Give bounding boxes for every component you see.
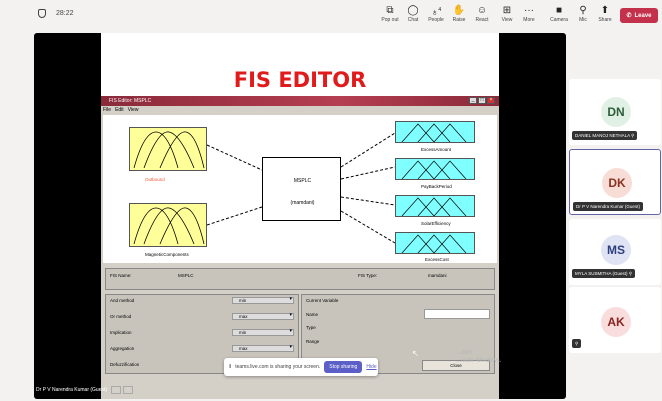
zoom-in-icon[interactable]: + (123, 386, 134, 394)
implication-select[interactable]: min (232, 329, 294, 336)
sharing-status-icon: ⦀ (229, 364, 232, 370)
fis-type-value: mamdani (428, 273, 447, 278)
hide-link[interactable]: Hide (366, 364, 376, 370)
avatar: AK (601, 307, 631, 337)
fis-type-label: FIS Type: (358, 273, 378, 278)
mouse-cursor-icon: ↖ (412, 349, 419, 358)
defuzzification-label: Defuzzification (110, 362, 140, 367)
current-variable-heading: Current Variable (306, 298, 339, 303)
mic-off-icon: ⚲ (631, 133, 635, 138)
sharing-text: teams.live.com is sharing your screen. (235, 364, 321, 370)
system-name: MSPLC (293, 178, 312, 184)
people-icon: ♁4 (430, 7, 442, 19)
fis-name-value: MSPLC (178, 273, 194, 278)
cv-range-label: Range (306, 339, 320, 344)
aggregation-select[interactable]: max (232, 345, 294, 352)
menu-view[interactable]: View (128, 107, 139, 113)
membership-function-icon (401, 160, 467, 180)
input-label: MagneticComponents (145, 252, 189, 257)
fis-system-block[interactable]: MSPLC (mamdani) (262, 157, 341, 221)
close-icon[interactable]: × (487, 97, 495, 104)
participant-tile[interactable]: DK Dr P V Narendra Kumar (Guest) (569, 149, 661, 215)
membership-function-icon (401, 123, 467, 143)
output-label: SolarEfficiency (421, 221, 451, 226)
output-paybackperiod[interactable] (395, 158, 475, 180)
avatar: DN (601, 97, 631, 127)
leave-button[interactable]: ✆ Leave (620, 8, 658, 23)
react-button[interactable]: ☺ React (469, 4, 495, 23)
mic-off-icon: ⚲ (575, 341, 579, 346)
menu-file[interactable]: File (103, 107, 111, 113)
mic-off-icon: ⚲ (579, 5, 587, 16)
and-method-select[interactable]: min (232, 297, 294, 304)
sharing-notification-bar: ⦀ teams.live.com is sharing your screen.… (224, 358, 378, 376)
react-icon: ☺ (476, 5, 488, 16)
participant-mic-badge: ⚲ (572, 339, 582, 348)
participant-tile[interactable]: DN DANIEL MANOJ NETHALA ⚲ (569, 79, 661, 145)
raise-hand-icon: ✋ (452, 5, 466, 16)
participant-name: Dr P V Narendra Kumar (Guest) (573, 202, 643, 211)
participant-tile[interactable]: MS MYLA SUSMITHA (Guest) ⚲ (569, 219, 661, 285)
participant-name: DANIEL MANOJ NETHALA ⚲ (572, 131, 638, 140)
or-method-label: Or method (110, 314, 132, 319)
output-label: ExcessCost (425, 257, 449, 262)
membership-function-icon (133, 131, 205, 169)
and-method-label: And method (110, 298, 135, 303)
slide-title: FIS EDITOR (233, 68, 367, 92)
avatar: MS (601, 235, 631, 265)
meeting-timer: 28:22 (38, 9, 74, 18)
participant-name: MYLA SUSMITHA (Guest) ⚲ (572, 269, 636, 278)
fis-editor-window: FIS Editor: MSPLC _ □ × File Edit View O… (101, 96, 499, 399)
implication-label: Implication (110, 330, 132, 335)
camera-button[interactable]: ■ Camera (546, 4, 572, 23)
input-label: Outbound (145, 177, 165, 182)
activate-windows-watermark: ...ows ...ivate Windows. (456, 350, 502, 364)
membership-function-icon (401, 234, 467, 254)
cv-name-label: Name (306, 312, 319, 317)
maximize-icon[interactable]: □ (478, 97, 486, 104)
window-titlebar: FIS Editor: MSPLC _ □ × (101, 96, 499, 106)
more-icon: ··· (524, 5, 534, 16)
phone-icon: ✆ (626, 13, 632, 19)
presentation-slide: FIS EDITOR FIS Editor: MSPLC _ □ × File … (101, 33, 499, 399)
fis-name-label: FIS Name: (110, 273, 132, 278)
chat-icon: ◯ (407, 5, 419, 16)
membership-function-icon (401, 197, 467, 217)
window-menu: File Edit View (103, 107, 138, 113)
mic-off-icon: ⚲ (628, 271, 633, 276)
input-outbound[interactable] (129, 127, 207, 171)
camera-icon: ■ (555, 5, 563, 16)
output-excesscost[interactable] (395, 232, 475, 254)
presenter-label: Dr P V Narendra Kumar (Guest) − + (36, 386, 134, 394)
fis-info-bar: FIS Name: MSPLC FIS Type: mamdani (105, 268, 495, 290)
meeting-toolbar: 28:22 ⧉ Pop out ◯ Chat ♁4 People ✋ Raise… (0, 0, 662, 32)
zoom-out-icon[interactable]: − (111, 386, 122, 394)
more-button[interactable]: ··· More (516, 4, 542, 23)
participant-tile[interactable]: AK ⚲ (569, 287, 661, 353)
view-icon: ⊞ (502, 5, 512, 16)
membership-function-icon (133, 207, 205, 245)
presenter-name: Dr P V Narendra Kumar (Guest) (36, 387, 108, 393)
share-button[interactable]: ⬆ Share (592, 4, 618, 23)
stop-sharing-button[interactable]: Stop sharing (324, 361, 363, 373)
cv-type-label: Type (306, 325, 316, 330)
system-type: (mamdani) (290, 200, 315, 206)
input-magneticcomponents[interactable] (129, 203, 207, 247)
timer-text: 28:22 (56, 10, 74, 17)
minimize-icon[interactable]: _ (469, 97, 477, 104)
shield-icon (38, 9, 46, 18)
output-excessamount[interactable] (395, 121, 475, 143)
aggregation-label: Aggregation (110, 346, 135, 351)
output-solarefficiency[interactable] (395, 195, 475, 217)
avatar: DK (602, 168, 632, 198)
menu-edit[interactable]: Edit (115, 107, 124, 113)
cv-name-field[interactable] (424, 309, 490, 319)
pop-out-icon: ⧉ (386, 5, 394, 16)
fis-diagram: Outbound MagneticComponents MSPLC (mamda… (103, 115, 497, 263)
output-label: ExcessAmount (421, 147, 452, 152)
output-label: PayBackPeriod (421, 184, 452, 189)
share-icon: ⬆ (600, 5, 610, 16)
or-method-select[interactable]: max (232, 313, 294, 320)
